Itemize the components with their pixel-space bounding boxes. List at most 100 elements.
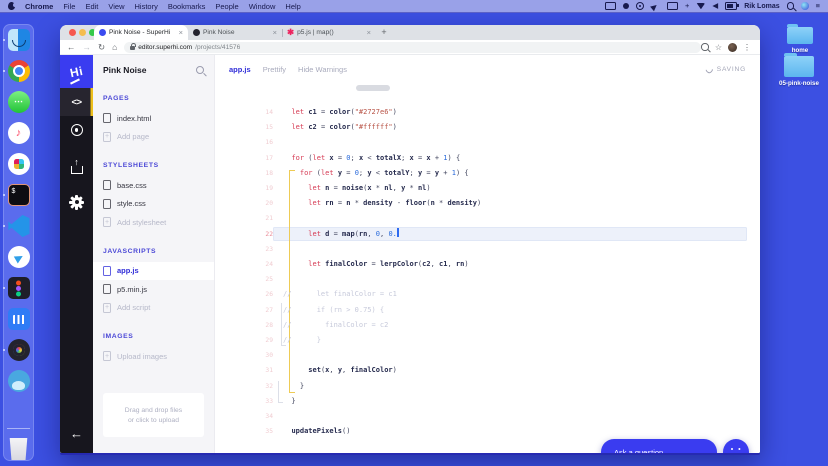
upload-dropzone[interactable]: Drag and drop files or click to upload bbox=[103, 393, 204, 437]
file-item-style.css[interactable]: style.css bbox=[93, 195, 214, 214]
dock-chrome-icon[interactable] bbox=[2, 60, 30, 82]
file-item-index.html[interactable]: index.html bbox=[93, 109, 214, 128]
window-minimize-button[interactable] bbox=[79, 29, 86, 36]
smiley-chat-button[interactable] bbox=[723, 439, 749, 453]
control-center-icon[interactable]: ≡ bbox=[816, 2, 820, 10]
open-file-tab[interactable]: app.js bbox=[229, 65, 251, 74]
rail-settings-tab[interactable] bbox=[60, 191, 93, 213]
ask-question-button[interactable]: Ask a question bbox=[601, 439, 717, 453]
browser-tab[interactable]: ✱ p5.js | map() × bbox=[281, 25, 376, 40]
plus-icon[interactable]: + bbox=[685, 2, 689, 10]
code-line[interactable]: 16 bbox=[215, 135, 760, 150]
add-item-add-page[interactable]: Add page bbox=[93, 128, 214, 147]
code-line[interactable]: 32 } bbox=[215, 379, 760, 394]
dock-pokemon-icon[interactable] bbox=[7, 370, 30, 392]
code-line[interactable]: 31 set(x, y, finalColor) bbox=[215, 363, 760, 378]
superhi-logo[interactable]: Hi bbox=[60, 55, 93, 88]
menu-chrome[interactable]: Chrome bbox=[25, 2, 53, 11]
prettify-button[interactable]: Prettify bbox=[263, 65, 286, 74]
back-icon[interactable]: ← bbox=[67, 43, 76, 52]
code-line[interactable]: 21 bbox=[215, 211, 760, 226]
code-line[interactable]: 25 bbox=[215, 272, 760, 287]
new-tab-button[interactable]: + bbox=[376, 25, 392, 40]
menu-people[interactable]: People bbox=[215, 2, 238, 11]
code-line[interactable]: 23 bbox=[215, 242, 760, 257]
code-line[interactable]: 34 bbox=[215, 409, 760, 424]
menu-file[interactable]: File bbox=[63, 2, 75, 11]
siri-icon[interactable] bbox=[801, 2, 809, 10]
code-line[interactable]: 17 for (let x = 0; x < totalX; x = x + 1… bbox=[215, 151, 760, 166]
apple-menu-icon[interactable] bbox=[8, 2, 17, 10]
location-icon[interactable] bbox=[650, 0, 661, 12]
desktop-folder-05-pink-noise[interactable]: 05-pink-noise bbox=[779, 53, 819, 87]
screen-record-icon[interactable] bbox=[604, 1, 616, 11]
menu-bookmarks[interactable]: Bookmarks bbox=[168, 2, 206, 11]
volume-icon[interactable]: ◀ bbox=[712, 2, 718, 10]
rail-share-tab[interactable] bbox=[60, 155, 93, 177]
code-line[interactable]: 18 for (let y = 0; y < totalY; y = y + 1… bbox=[215, 166, 760, 181]
dock-trash-icon[interactable] bbox=[8, 438, 30, 460]
keyhole-icon[interactable] bbox=[636, 2, 645, 10]
address-bar[interactable]: editor.superhi.com/projects/41576 bbox=[124, 41, 702, 53]
menu-window[interactable]: Window bbox=[249, 2, 276, 11]
code-line[interactable]: 30 bbox=[215, 348, 760, 363]
bookmark-star-icon[interactable]: ☆ bbox=[715, 43, 722, 52]
code-line[interactable]: 27 // if (rn > 0.75) { bbox=[215, 303, 760, 318]
more-menu-icon[interactable]: ⋮ bbox=[743, 43, 751, 52]
dock-finder-icon[interactable] bbox=[2, 29, 30, 51]
tab-close-icon[interactable]: × bbox=[367, 28, 371, 37]
code-line[interactable]: 15 let c2 = color("#ffffff") bbox=[215, 120, 760, 135]
dock-messages-icon[interactable] bbox=[7, 91, 30, 113]
code-line[interactable]: 22 let d = map(rn, 0, 0. bbox=[215, 227, 760, 242]
hide-warnings-button[interactable]: Hide Warnings bbox=[298, 65, 347, 74]
desktop-folder-home[interactable]: home bbox=[787, 24, 813, 54]
menu-view[interactable]: View bbox=[108, 2, 124, 11]
code-line[interactable]: 24 let finalColor = lerpColor(c2, c1, rn… bbox=[215, 257, 760, 272]
menu-edit[interactable]: Edit bbox=[85, 2, 98, 11]
file-item-base.css[interactable]: base.css bbox=[93, 176, 214, 195]
dock-screenflow-icon[interactable] bbox=[2, 339, 30, 361]
code-line[interactable]: 26 // let finalColor = c1 bbox=[215, 287, 760, 302]
code-line[interactable]: 35 updatePixels() bbox=[215, 424, 760, 439]
circle-status-icon[interactable] bbox=[622, 2, 630, 10]
home-icon[interactable]: ⌂ bbox=[112, 43, 117, 52]
browser-tab[interactable]: Pink Noise - SuperHi × bbox=[94, 25, 188, 40]
search-icon[interactable] bbox=[786, 2, 795, 10]
menu-help[interactable]: Help bbox=[285, 2, 300, 11]
dock-slack-icon[interactable] bbox=[7, 153, 30, 175]
forward-icon[interactable]: → bbox=[83, 43, 92, 52]
add-item-add-stylesheet[interactable]: Add stylesheet bbox=[93, 213, 214, 232]
code-line[interactable]: 33 } bbox=[215, 394, 760, 409]
dock-vscode-icon[interactable] bbox=[2, 215, 30, 237]
add-item-add-script[interactable]: Add script bbox=[93, 299, 214, 318]
dock-airmail-icon[interactable] bbox=[7, 246, 30, 268]
profile-avatar[interactable] bbox=[728, 42, 737, 52]
dock-terminal-icon[interactable] bbox=[2, 184, 30, 206]
tab-close-icon[interactable]: × bbox=[179, 28, 183, 37]
reload-icon[interactable]: ↻ bbox=[98, 43, 105, 52]
browser-tab[interactable]: Pink Noise × bbox=[188, 25, 282, 40]
dock-figma-icon[interactable] bbox=[2, 277, 30, 299]
add-item-upload-images[interactable]: Upload images bbox=[93, 347, 214, 366]
search-icon[interactable] bbox=[195, 65, 204, 75]
display-icon[interactable] bbox=[667, 1, 679, 11]
dock-music-icon[interactable] bbox=[7, 122, 30, 144]
zoom-search-icon[interactable] bbox=[701, 43, 709, 51]
code-line[interactable]: 14 let c1 = color("#2727e6") bbox=[215, 105, 760, 120]
code-line[interactable]: 29 // } bbox=[215, 333, 760, 348]
menu-username[interactable]: Rik Lomas bbox=[744, 3, 779, 10]
wifi-icon[interactable] bbox=[696, 2, 706, 10]
rail-code-tab[interactable]: <> bbox=[60, 88, 93, 116]
window-close-button[interactable] bbox=[69, 29, 76, 36]
code-line[interactable]: 20 let rn = n * density - floor(n * dens… bbox=[215, 196, 760, 211]
code-line[interactable]: 28 // finalColor = c2 bbox=[215, 318, 760, 333]
menu-history[interactable]: History bbox=[135, 2, 158, 11]
code-area[interactable]: 14 let c1 = color("#2727e6") 15 let c2 = … bbox=[215, 84, 760, 453]
tab-close-icon[interactable]: × bbox=[273, 28, 277, 37]
rail-preview-tab[interactable] bbox=[60, 116, 93, 144]
dock-intercom-icon[interactable] bbox=[7, 308, 30, 330]
file-item-p5.min.js[interactable]: p5.min.js bbox=[93, 280, 214, 299]
file-item-app.js[interactable]: app.js bbox=[93, 261, 214, 280]
code-line[interactable]: 19 let n = noise(x * nl, y * nl) bbox=[215, 181, 760, 196]
back-arrow-icon[interactable]: ← bbox=[60, 421, 93, 445]
